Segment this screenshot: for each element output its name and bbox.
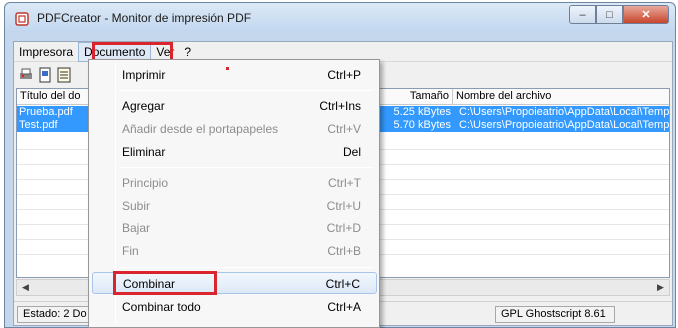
row-size: 5.25 kBytes bbox=[393, 106, 451, 118]
close-icon: ✕ bbox=[641, 9, 651, 21]
status-text: Estado: 2 Do bbox=[17, 306, 93, 323]
menu-item-agregar[interactable]: Agregar Ctrl+Ins bbox=[92, 95, 377, 117]
menu-item-anadir-portapapeles[interactable]: Añadir desde el portapapeles Ctrl+V bbox=[92, 118, 377, 140]
menu-item-eliminar[interactable]: Eliminar Del bbox=[92, 141, 377, 163]
menu-item-label: Principio bbox=[122, 176, 169, 190]
menu-item-label: Añadir desde el portapapeles bbox=[122, 122, 279, 136]
menu-item-label: Subir bbox=[122, 199, 151, 213]
column-header-title[interactable]: Título del do bbox=[17, 89, 95, 105]
printer-icon[interactable] bbox=[18, 67, 34, 83]
menu-impresora[interactable]: Impresora bbox=[14, 42, 78, 62]
menu-item-shortcut: Ctrl+B bbox=[327, 244, 361, 258]
cursor-marker bbox=[226, 67, 229, 70]
menu-item-combinar-todo[interactable]: Combinar todo Ctrl+A bbox=[92, 296, 377, 318]
minimize-button[interactable]: – bbox=[569, 5, 596, 24]
window-title: PDFCreator - Monitor de impresión PDF bbox=[37, 11, 252, 25]
list-icon[interactable] bbox=[56, 67, 72, 83]
menu-item-shortcut: Ctrl+A bbox=[327, 300, 361, 314]
combinar-highlight-box bbox=[113, 271, 217, 295]
column-header-size[interactable]: Tamaño bbox=[389, 89, 453, 105]
menu-item-shortcut: Ctrl+C bbox=[325, 277, 360, 291]
ghostscript-version: GPL Ghostscript 8.61 bbox=[495, 306, 615, 323]
menu-item-shortcut: Ctrl+T bbox=[328, 176, 361, 190]
scroll-right-icon[interactable]: ▶ bbox=[652, 280, 669, 295]
scroll-left-icon[interactable]: ◀ bbox=[17, 280, 34, 295]
menu-item-label: Bajar bbox=[122, 221, 151, 235]
document-icon[interactable] bbox=[37, 67, 53, 83]
close-button[interactable]: ✕ bbox=[623, 5, 669, 24]
row-title: Prueba.pdf bbox=[19, 106, 73, 118]
menu-item-label: Fin bbox=[122, 244, 139, 258]
menu-item-shortcut: Ctrl+Ins bbox=[319, 99, 361, 113]
pdfcreator-app-icon bbox=[15, 12, 29, 26]
documento-menu: Imprimir Ctrl+P Agregar Ctrl+Ins Añadir … bbox=[88, 59, 380, 328]
menu-item-subir[interactable]: Subir Ctrl+U bbox=[92, 195, 377, 217]
column-header-filename[interactable]: Nombre del archivo bbox=[453, 89, 669, 105]
menu-separator bbox=[119, 90, 373, 91]
menu-item-shortcut: Ctrl+D bbox=[326, 221, 361, 235]
row-size: 5.70 kBytes bbox=[393, 119, 451, 131]
row-title: Test.pdf bbox=[19, 119, 58, 131]
menu-item-bajar[interactable]: Bajar Ctrl+D bbox=[92, 217, 377, 239]
row-filename: C:\Users\Propoieatrio\AppData\Local\Temp bbox=[459, 119, 670, 131]
minimize-icon: – bbox=[579, 8, 586, 21]
menu-item-principio[interactable]: Principio Ctrl+T bbox=[92, 172, 377, 194]
menu-separator bbox=[119, 167, 373, 168]
menu-item-label: Imprimir bbox=[122, 68, 166, 82]
menu-item-label: Combinar todo bbox=[122, 300, 201, 314]
row-filename: C:\Users\Propoieatrio\AppData\Local\Temp bbox=[459, 106, 670, 118]
maximize-button[interactable]: □ bbox=[596, 5, 623, 24]
menu-item-shortcut: Ctrl+U bbox=[326, 199, 361, 213]
menu-item-label: Agregar bbox=[122, 99, 165, 113]
menu-item-shortcut: Del bbox=[342, 145, 361, 159]
menu-item-label: Eliminar bbox=[122, 145, 166, 159]
menu-item-shortcut: Ctrl+V bbox=[327, 122, 361, 136]
title-bar[interactable]: PDFCreator - Monitor de impresión PDF – … bbox=[5, 3, 675, 33]
menu-item-imprimir[interactable]: Imprimir Ctrl+P bbox=[92, 64, 377, 86]
menu-item-shortcut: Ctrl+P bbox=[327, 68, 361, 82]
menu-separator bbox=[119, 267, 373, 268]
menu-item-fin[interactable]: Fin Ctrl+B bbox=[92, 240, 377, 262]
maximize-icon: □ bbox=[606, 8, 613, 21]
